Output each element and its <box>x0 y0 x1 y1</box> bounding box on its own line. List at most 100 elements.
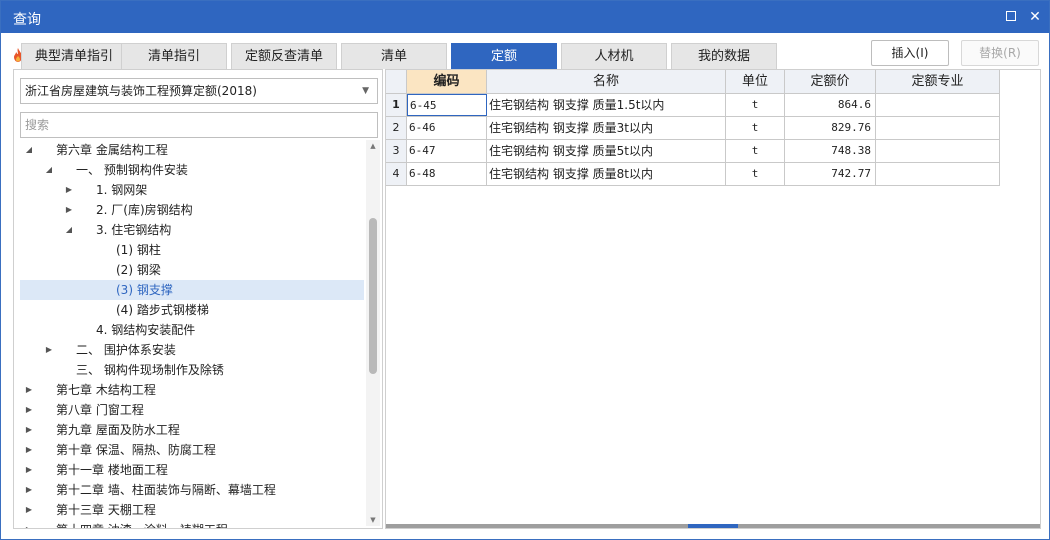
cell-price[interactable]: 829.76 <box>785 117 876 139</box>
expand-arrow-icon[interactable]: ▶ <box>44 340 54 360</box>
table-row[interactable]: 1 6-45 住宅钢结构 钢支撑 质量1.5t以内 t 864.6 <box>386 94 1000 117</box>
tree-node[interactable]: ▶ 2. 厂(库)房钢结构 <box>20 200 364 220</box>
cell-price[interactable]: 742.77 <box>785 163 876 185</box>
expand-arrow-icon[interactable]: ▶ <box>24 500 34 520</box>
row-number[interactable]: 3 <box>386 140 407 162</box>
tree-node[interactable]: ◢ 第六章 金属结构工程 <box>20 140 364 160</box>
tree-node-label: (3) 钢支撑 <box>116 283 173 297</box>
collapse-arrow-icon[interactable]: ◢ <box>64 220 74 240</box>
tree-node-label: 第九章 屋面及防水工程 <box>56 423 180 437</box>
tree-node[interactable]: ▶ 二、 围护体系安装 <box>20 340 364 360</box>
tab-typical-list-guide[interactable]: 典型清单指引 <box>21 43 127 69</box>
cell-unit[interactable]: t <box>726 117 785 139</box>
insert-button[interactable]: 插入(I) <box>871 40 949 66</box>
tree-node[interactable]: ▶ 第十章 保温、隔热、防腐工程 <box>20 440 364 460</box>
cell-name[interactable]: 住宅钢结构 钢支撑 质量1.5t以内 <box>487 94 726 116</box>
header-code[interactable]: 编码 <box>407 70 487 93</box>
tree-node[interactable]: ▶ 第八章 门窗工程 <box>20 400 364 420</box>
cell-name[interactable]: 住宅钢结构 钢支撑 质量3t以内 <box>487 117 726 139</box>
expand-arrow-icon[interactable]: ▶ <box>24 460 34 480</box>
cell-major[interactable] <box>876 163 1000 185</box>
tree-node[interactable]: (4) 踏步式钢楼梯 <box>20 300 364 320</box>
row-number[interactable]: 1 <box>386 94 407 116</box>
tree-node[interactable]: 4. 钢结构安装配件 <box>20 320 364 340</box>
tab-quota-reverse-list[interactable]: 定额反查清单 <box>231 43 337 69</box>
cell-code[interactable]: 6-47 <box>407 140 487 162</box>
cell-name[interactable]: 住宅钢结构 钢支撑 质量8t以内 <box>487 163 726 185</box>
tab-labor-material-machine[interactable]: 人材机 <box>561 43 667 69</box>
cell-price[interactable]: 864.6 <box>785 94 876 116</box>
cell-code[interactable]: 6-45 <box>407 94 487 116</box>
grid-scrollbar-thumb[interactable] <box>688 524 738 528</box>
tree-node-label: 2. 厂(库)房钢结构 <box>96 203 193 217</box>
norm-library-select[interactable]: 浙江省房屋建筑与装饰工程预算定额(2018) ▼ <box>20 78 378 104</box>
header-price[interactable]: 定额价 <box>785 70 876 93</box>
cell-unit[interactable]: t <box>726 140 785 162</box>
cell-price[interactable]: 748.38 <box>785 140 876 162</box>
expand-arrow-icon[interactable]: ▶ <box>64 180 74 200</box>
cell-unit[interactable]: t <box>726 94 785 116</box>
table-row[interactable]: 2 6-46 住宅钢结构 钢支撑 质量3t以内 t 829.76 <box>386 117 1000 140</box>
collapse-arrow-icon[interactable]: ◢ <box>44 160 54 180</box>
close-icon[interactable]: ✕ <box>1025 7 1045 27</box>
cell-code[interactable]: 6-46 <box>407 117 487 139</box>
tree-node[interactable]: ▶ 第十三章 天棚工程 <box>20 500 364 520</box>
table-row[interactable]: 4 6-48 住宅钢结构 钢支撑 质量8t以内 t 742.77 <box>386 163 1000 186</box>
expand-arrow-icon[interactable]: ▶ <box>24 440 34 460</box>
tree-node[interactable]: ◢ 一、 预制钢构件安装 <box>20 160 364 180</box>
chapter-tree: ◢ 第六章 金属结构工程 ◢ 一、 预制钢构件安装 ▶ 1. 钢网架 ▶ 2. 厂(库)房钢结… <box>20 140 364 528</box>
tree-node[interactable]: ▶ 第十四章 油漆、涂料、裱糊工程 <box>20 520 364 528</box>
tab-list-guide[interactable]: 清单指引 <box>121 43 227 69</box>
tree-scrollbar-thumb[interactable] <box>369 218 377 374</box>
tree-node[interactable]: (2) 钢梁 <box>20 260 364 280</box>
scroll-up-icon[interactable]: ▲ <box>366 140 380 152</box>
tree-node-label: 第七章 木结构工程 <box>56 383 156 397</box>
header-corner <box>386 70 407 93</box>
tree-node[interactable]: ▶ 第十一章 楼地面工程 <box>20 460 364 480</box>
collapse-arrow-icon[interactable]: ◢ <box>24 140 34 160</box>
tree-scrollbar[interactable]: ▲ ▼ <box>366 140 380 526</box>
expand-arrow-icon[interactable]: ▶ <box>24 520 34 528</box>
table-row[interactable]: 3 6-47 住宅钢结构 钢支撑 质量5t以内 t 748.38 <box>386 140 1000 163</box>
expand-arrow-icon[interactable]: ▶ <box>24 420 34 440</box>
tree-node[interactable]: ▶ 第九章 屋面及防水工程 <box>20 420 364 440</box>
cell-major[interactable] <box>876 117 1000 139</box>
tree-node-label: 第十三章 天棚工程 <box>56 503 156 517</box>
row-number[interactable]: 2 <box>386 117 407 139</box>
expand-arrow-icon[interactable]: ▶ <box>24 380 34 400</box>
grid-header: 编码 名称 单位 定额价 定额专业 <box>386 70 1000 94</box>
tree-node-label: 4. 钢结构安装配件 <box>96 323 196 337</box>
cell-major[interactable] <box>876 140 1000 162</box>
tree-node[interactable]: (1) 钢柱 <box>20 240 364 260</box>
tree-node-label: 一、 预制钢构件安装 <box>76 163 188 177</box>
cell-name[interactable]: 住宅钢结构 钢支撑 质量5t以内 <box>487 140 726 162</box>
scroll-down-icon[interactable]: ▼ <box>366 514 380 526</box>
expand-arrow-icon[interactable]: ▶ <box>64 200 74 220</box>
query-window: 查询 ✕ 典型清单指引 清单指引 定额反查清单 清单 定额 人材机 我的数据 插… <box>0 0 1050 540</box>
tree-node[interactable]: 三、 钢构件现场制作及除锈 <box>20 360 364 380</box>
header-unit[interactable]: 单位 <box>726 70 785 93</box>
search-input[interactable]: 搜索 <box>20 112 378 138</box>
maximize-icon[interactable] <box>1001 7 1021 27</box>
chevron-down-icon: ▼ <box>362 86 369 96</box>
tree-node[interactable]: ▶ 1. 钢网架 <box>20 180 364 200</box>
tree-node[interactable]: ▶ 第十二章 墙、柱面装饰与隔断、幕墙工程 <box>20 480 364 500</box>
tree-node-label: 第八章 门窗工程 <box>56 403 144 417</box>
cell-major[interactable] <box>876 94 1000 116</box>
cell-code[interactable]: 6-48 <box>407 163 487 185</box>
tree-node[interactable]: ▶ 第七章 木结构工程 <box>20 380 364 400</box>
expand-arrow-icon[interactable]: ▶ <box>24 480 34 500</box>
tree-node[interactable]: (3) 钢支撑 <box>20 280 364 300</box>
tree-node[interactable]: ◢ 3. 住宅钢结构 <box>20 220 364 240</box>
tab-list[interactable]: 清单 <box>341 43 447 69</box>
tab-quota[interactable]: 定额 <box>451 43 557 69</box>
tab-my-data[interactable]: 我的数据 <box>671 43 777 69</box>
search-placeholder: 搜索 <box>25 118 50 132</box>
grid-scrollbar-horizontal[interactable] <box>386 524 1040 528</box>
row-number[interactable]: 4 <box>386 163 407 185</box>
expand-arrow-icon[interactable]: ▶ <box>24 400 34 420</box>
header-name[interactable]: 名称 <box>487 70 726 93</box>
replace-button[interactable]: 替换(R) <box>961 40 1039 66</box>
cell-unit[interactable]: t <box>726 163 785 185</box>
header-major[interactable]: 定额专业 <box>876 70 1000 93</box>
